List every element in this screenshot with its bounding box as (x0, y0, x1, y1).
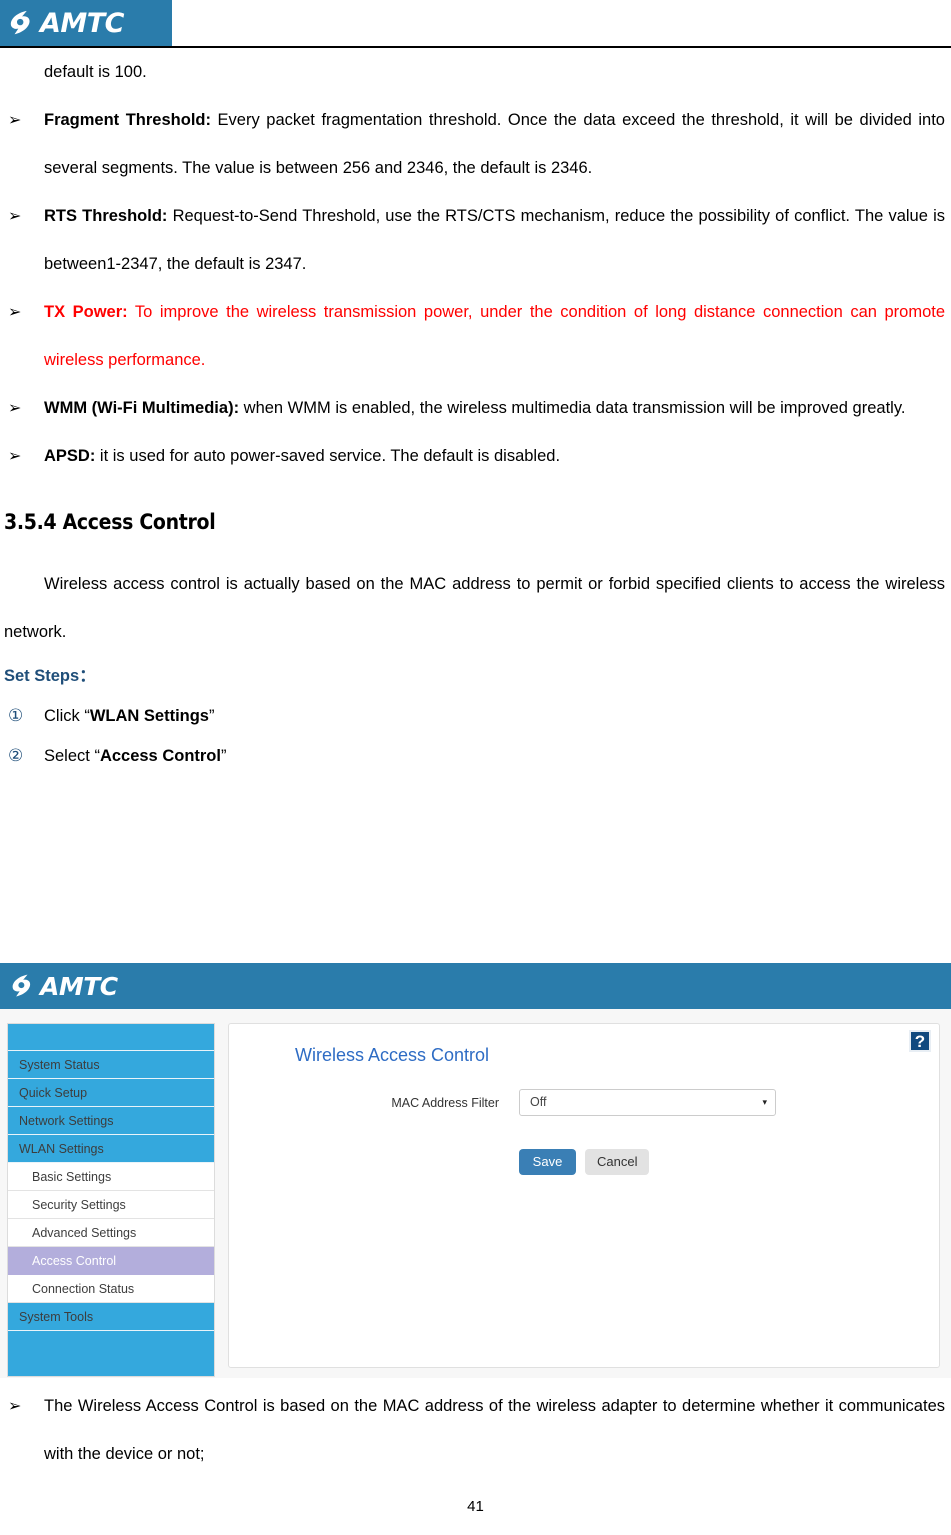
sidebar-bottom-filler (8, 1331, 214, 1376)
step-bold: Access Control (99, 747, 221, 765)
save-button[interactable]: Save (519, 1149, 576, 1175)
embedded-router-screenshot: AMTC System Status Quick Setup Network S… (0, 963, 951, 1378)
swoosh-leaf-icon (10, 10, 30, 35)
sidebar-item-wlan-settings[interactable]: WLAN Settings (8, 1135, 214, 1163)
arrow-bullet-icon: ➢ (8, 398, 22, 417)
mac-address-filter-row: MAC Address Filter Off ▾ (229, 1089, 941, 1116)
arrow-bullet-icon: ➢ (8, 1396, 22, 1415)
bullet-fragment-threshold: ➢ Fragment Threshold: Every packet fragm… (0, 96, 951, 192)
bullet-body: when WMM is enabled, the wireless multim… (239, 399, 906, 417)
cancel-button[interactable]: Cancel (585, 1149, 650, 1175)
bullet-body: Request-to-Send Threshold, use the RTS/C… (44, 207, 945, 273)
sidebar-item-connection-status[interactable]: Connection Status (8, 1275, 214, 1303)
bullet-body: it is used for auto power-saved service.… (95, 447, 561, 465)
set-steps-label: Set Steps： (4, 667, 96, 685)
step-prefix: Select “ (44, 747, 100, 765)
bullet-rts-threshold: ➢ RTS Threshold: Request-to-Send Thresho… (0, 192, 951, 288)
step-prefix: Click “ (44, 707, 90, 725)
router-body: System Status Quick Setup Network Settin… (0, 1009, 951, 1378)
arrow-bullet-icon: ➢ (8, 206, 22, 225)
arrow-bullet-icon: ➢ (8, 110, 22, 129)
circled-number-icon: ② (8, 746, 24, 766)
mac-address-filter-select[interactable]: Off ▾ (519, 1089, 776, 1116)
sidebar-item-security-settings[interactable]: Security Settings (8, 1191, 214, 1219)
continued-line: default is 100. (44, 63, 147, 81)
page-header: AMTC (0, 0, 951, 48)
sidebar-item-system-tools[interactable]: System Tools (8, 1303, 214, 1331)
swoosh-leaf-icon (12, 974, 31, 997)
panel-title: Wireless Access Control (295, 1045, 490, 1065)
bullet-tx-power: ➢ TX Power: To improve the wireless tran… (0, 288, 951, 384)
step-suffix: ” (209, 707, 215, 725)
section-heading: 3.5.4 Access Control (4, 510, 216, 534)
bullet-closing-note: ➢ The Wireless Access Control is based o… (0, 1382, 951, 1478)
step-item-2: ② Select “Access Control” (0, 736, 951, 776)
select-value: Off (530, 1095, 547, 1109)
bullet-apsd: ➢ APSD: it is used for auto power-saved … (0, 432, 951, 480)
bullet-wmm: ➢ WMM (Wi-Fi Multimedia): when WMM is en… (0, 384, 951, 432)
sidebar-item-advanced-settings[interactable]: Advanced Settings (8, 1219, 214, 1247)
sidebar-item-label: Network Settings (19, 1114, 114, 1128)
bullet-lead: RTS Threshold: (44, 207, 168, 225)
section-intro-paragraph: Wireless access control is actually base… (4, 575, 945, 641)
router-sidebar: System Status Quick Setup Network Settin… (7, 1023, 215, 1377)
sidebar-item-label: System Status (19, 1058, 100, 1072)
sidebar-item-label: Access Control (32, 1254, 117, 1268)
router-logo-text: AMTC (40, 971, 118, 1001)
document-tail: ➢ The Wireless Access Control is based o… (0, 1382, 951, 1478)
sidebar-item-quick-setup[interactable]: Quick Setup (8, 1079, 214, 1107)
chevron-down-icon: ▾ (762, 1097, 767, 1107)
bullet-body: The Wireless Access Control is based on … (44, 1397, 945, 1463)
mac-address-filter-label: MAC Address Filter (391, 1095, 499, 1110)
arrow-bullet-icon: ➢ (8, 446, 22, 465)
sidebar-item-system-status[interactable]: System Status (8, 1051, 214, 1079)
step-item-1: ① Click “WLAN Settings” (0, 696, 951, 736)
sidebar-item-label: Basic Settings (32, 1170, 112, 1184)
bullet-lead: WMM (Wi-Fi Multimedia): (44, 399, 240, 417)
sidebar-item-label: Connection Status (32, 1282, 135, 1296)
sidebar-item-network-settings[interactable]: Network Settings (8, 1107, 214, 1135)
help-icon[interactable]: ? (909, 1030, 931, 1052)
step-suffix: ” (220, 747, 227, 765)
bullet-lead: APSD: (44, 447, 96, 465)
sidebar-item-label: Advanced Settings (32, 1226, 137, 1240)
sidebar-item-access-control[interactable]: Access Control (8, 1247, 214, 1275)
sidebar-item-label: Security Settings (32, 1198, 126, 1212)
router-content-panel: ? Wireless Access Control MAC Address Fi… (228, 1023, 940, 1368)
step-bold: WLAN Settings (89, 707, 209, 725)
panel-button-row: Save Cancel (519, 1149, 650, 1175)
document-body: default is 100. ➢ Fragment Threshold: Ev… (0, 48, 951, 776)
bullet-lead: TX Power: (44, 303, 128, 321)
sidebar-item-basic-settings[interactable]: Basic Settings (8, 1163, 214, 1191)
page-number: 41 (467, 1498, 484, 1515)
arrow-bullet-icon: ➢ (8, 302, 22, 321)
sidebar-top-spacer (8, 1024, 214, 1051)
router-topbar: AMTC (0, 963, 951, 1009)
sidebar-item-label: WLAN Settings (19, 1142, 104, 1156)
page-header-logo-text: AMTC (40, 7, 125, 39)
sidebar-item-label: System Tools (19, 1310, 94, 1324)
bullet-body: To improve the wireless transmission pow… (44, 303, 946, 369)
page-header-logo: AMTC (0, 0, 172, 46)
circled-number-icon: ① (8, 706, 24, 726)
sidebar-item-label: Quick Setup (19, 1086, 88, 1100)
bullet-lead: Fragment Threshold: (44, 111, 211, 129)
